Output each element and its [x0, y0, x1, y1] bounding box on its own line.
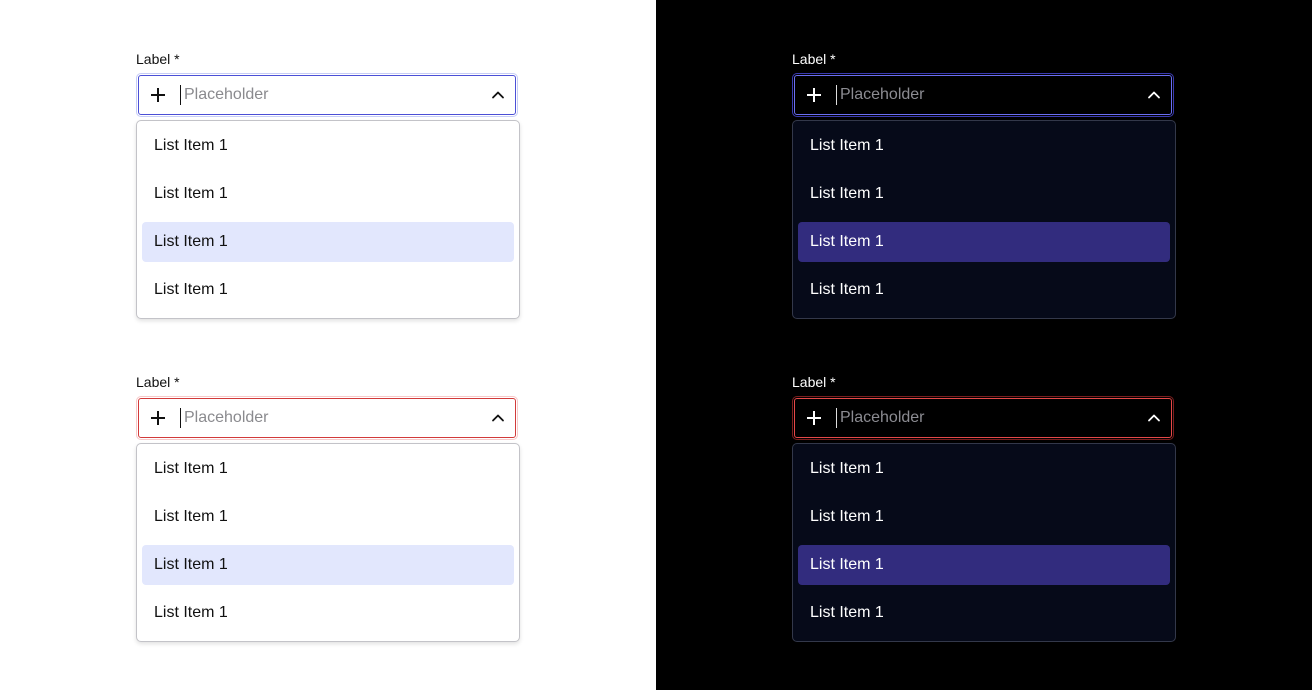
- dropdown-list: List Item 1 List Item 1 List Item 1 List…: [136, 443, 520, 642]
- dropdown-list: List Item 1 List Item 1 List Item 1 List…: [792, 443, 1176, 642]
- chevron-up-icon[interactable]: [1147, 411, 1161, 425]
- list-item[interactable]: List Item 1: [798, 449, 1170, 489]
- list-item-selected[interactable]: List Item 1: [142, 222, 514, 262]
- list-item[interactable]: List Item 1: [142, 593, 514, 633]
- list-item[interactable]: List Item 1: [142, 449, 514, 489]
- list-item-selected[interactable]: List Item 1: [798, 222, 1170, 262]
- field-label: Label *: [792, 374, 836, 390]
- placeholder-text[interactable]: Placeholder: [840, 409, 1147, 427]
- list-item[interactable]: List Item 1: [798, 126, 1170, 166]
- text-caret: [836, 85, 837, 105]
- combobox-error: Label * Placeholder List Item 1 List Ite…: [792, 373, 1176, 642]
- field-label: Label *: [136, 374, 180, 390]
- list-item[interactable]: List Item 1: [142, 174, 514, 214]
- list-item[interactable]: List Item 1: [142, 126, 514, 166]
- plus-icon[interactable]: [806, 410, 822, 426]
- placeholder-text[interactable]: Placeholder: [184, 409, 491, 427]
- placeholder-text[interactable]: Placeholder: [840, 86, 1147, 104]
- combobox-focused: Label * Placeholder List Item 1 List Ite…: [792, 50, 1176, 319]
- list-item[interactable]: List Item 1: [142, 497, 514, 537]
- combobox-focused: Label * Placeholder List Item 1 List Ite…: [136, 50, 520, 319]
- combobox-input-error[interactable]: Placeholder: [136, 396, 518, 440]
- chevron-up-icon[interactable]: [1147, 88, 1161, 102]
- list-item[interactable]: List Item 1: [798, 174, 1170, 214]
- text-caret: [836, 408, 837, 428]
- dark-theme-panel: Label * Placeholder List Item 1 List Ite…: [656, 0, 1312, 690]
- combobox-input-error[interactable]: Placeholder: [792, 396, 1174, 440]
- field-label: Label *: [136, 51, 180, 67]
- placeholder-text[interactable]: Placeholder: [184, 86, 491, 104]
- combobox-error: Label * Placeholder List Item 1 List Ite…: [136, 373, 520, 642]
- list-item-selected[interactable]: List Item 1: [142, 545, 514, 585]
- chevron-up-icon[interactable]: [491, 88, 505, 102]
- plus-icon[interactable]: [150, 410, 166, 426]
- dropdown-list: List Item 1 List Item 1 List Item 1 List…: [136, 120, 520, 319]
- text-caret: [180, 85, 181, 105]
- text-caret: [180, 408, 181, 428]
- list-item[interactable]: List Item 1: [798, 593, 1170, 633]
- list-item[interactable]: List Item 1: [798, 270, 1170, 310]
- combobox-input-focused[interactable]: Placeholder: [792, 73, 1174, 117]
- list-item[interactable]: List Item 1: [798, 497, 1170, 537]
- plus-icon[interactable]: [806, 87, 822, 103]
- combobox-input-focused[interactable]: Placeholder: [136, 73, 518, 117]
- list-item-selected[interactable]: List Item 1: [798, 545, 1170, 585]
- plus-icon[interactable]: [150, 87, 166, 103]
- light-theme-panel: Label * Placeholder List Item 1 List Ite…: [0, 0, 656, 690]
- field-label: Label *: [792, 51, 836, 67]
- list-item[interactable]: List Item 1: [142, 270, 514, 310]
- chevron-up-icon[interactable]: [491, 411, 505, 425]
- dropdown-list: List Item 1 List Item 1 List Item 1 List…: [792, 120, 1176, 319]
